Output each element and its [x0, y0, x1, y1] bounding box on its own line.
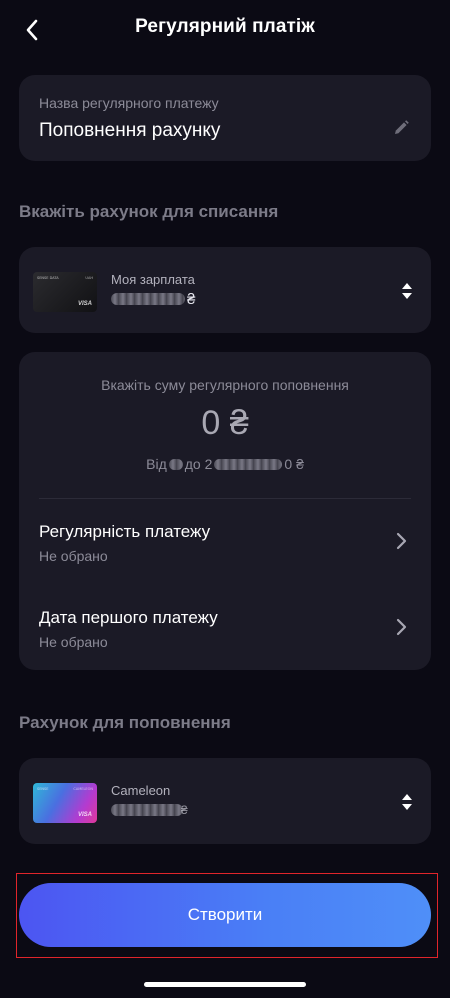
first-payment-date-value: Не обрано	[39, 634, 108, 650]
visa-logo: VISA	[77, 301, 92, 307]
home-indicator	[144, 982, 306, 987]
credit-card-image: SENSE CAMELEON VISA	[33, 783, 97, 823]
chevron-right-icon	[396, 618, 407, 636]
credit-account-balance: ₴	[111, 801, 188, 819]
debit-account-name: Моя зарплата	[111, 272, 195, 287]
balance-currency: ₴	[187, 290, 196, 308]
select-updown-icon[interactable]	[400, 791, 414, 813]
card-thumb-product: CAMELEON	[73, 787, 93, 791]
hidden-balance	[111, 293, 185, 305]
amount-input[interactable]: 0 ₴	[19, 404, 431, 443]
app-header: Регулярний платіж	[0, 0, 450, 60]
debit-account-selector[interactable]: SENSE DATA UAH VISA Моя зарплата ₴	[19, 247, 431, 333]
debit-section-title: Вкажіть рахунок для списання	[19, 202, 279, 221]
amount-label: Вкажіть суму регулярного поповнення	[101, 377, 349, 393]
card-thumb-brand: SENSE DATA	[37, 276, 59, 280]
page-title: Регулярний платіж	[135, 16, 315, 37]
hidden-max-amount	[214, 458, 283, 470]
first-payment-date-row[interactable]: Дата першого платежу Не обрано	[19, 592, 431, 662]
first-payment-date-title: Дата першого платежу	[39, 608, 218, 627]
payment-frequency-title: Регулярність платежу	[39, 522, 211, 541]
credit-account-name: Cameleon	[111, 783, 171, 798]
visa-logo: VISA	[77, 812, 92, 818]
amount-range: Від до 2 0 ₴	[19, 456, 431, 472]
amount-settings-card: Вкажіть суму регулярного поповнення 0 ₴ …	[19, 352, 431, 670]
range-from-label: Від	[146, 456, 167, 472]
card-thumb-currency: UAH	[85, 276, 93, 280]
hidden-balance	[111, 804, 183, 816]
payment-name-field[interactable]: Назва регулярного платежу Поповнення рах…	[19, 75, 431, 161]
select-updown-icon[interactable]	[400, 280, 414, 302]
card-thumb-brand: SENSE	[37, 787, 49, 791]
chevron-right-icon	[396, 532, 407, 550]
range-end-label: 0 ₴	[284, 456, 304, 472]
pencil-icon[interactable]	[391, 118, 411, 138]
payment-name-label: Назва регулярного платежу	[39, 95, 219, 111]
range-to-label: до 2	[184, 456, 213, 472]
balance-currency: ₴	[181, 803, 188, 817]
credit-section-title: Рахунок для поповнення	[19, 713, 231, 732]
credit-account-selector[interactable]: SENSE CAMELEON VISA Cameleon ₴	[19, 758, 431, 844]
divider	[39, 498, 411, 499]
create-button[interactable]: Створити	[19, 883, 431, 947]
payment-frequency-value: Не обрано	[39, 548, 108, 564]
payment-name-input[interactable]: Поповнення рахунку	[39, 120, 369, 142]
debit-account-balance: ₴	[111, 290, 195, 308]
payment-frequency-row[interactable]: Регулярність платежу Не обрано	[19, 506, 431, 576]
debit-card-image: SENSE DATA UAH VISA	[33, 272, 97, 312]
hidden-min-amount	[168, 458, 183, 470]
